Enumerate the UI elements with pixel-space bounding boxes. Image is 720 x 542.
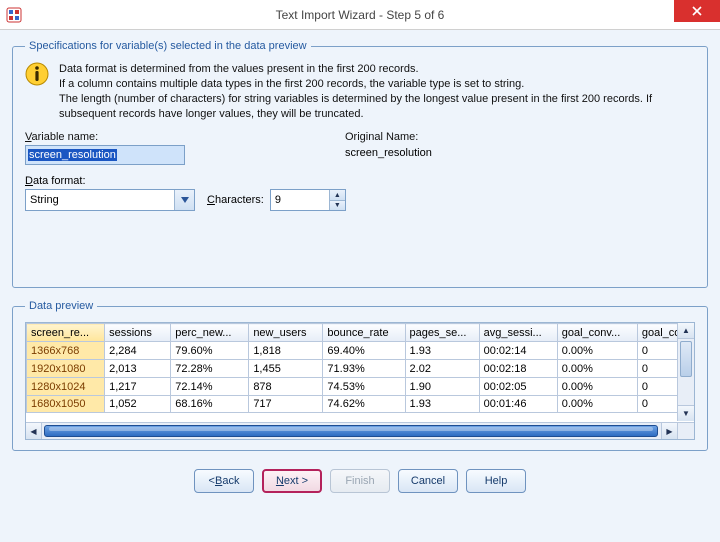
table-row[interactable]: 1680x10501,05268.16%71774.62%1.9300:01:4… [27, 396, 694, 413]
table-cell[interactable]: 00:02:14 [479, 342, 557, 360]
column-header[interactable]: bounce_rate [323, 324, 405, 342]
column-header[interactable]: new_users [249, 324, 323, 342]
next-button[interactable]: Next > [262, 469, 322, 493]
column-header[interactable]: perc_new... [171, 324, 249, 342]
data-preview-table: screen_re... sessions perc_new... new_us… [25, 322, 695, 440]
table-cell[interactable]: 1.93 [405, 396, 479, 413]
table-cell[interactable]: 0.00% [557, 396, 637, 413]
titlebar: Text Import Wizard - Step 5 of 6 [0, 0, 720, 30]
scroll-down-icon[interactable]: ▼ [678, 405, 694, 421]
table-cell[interactable]: 71.93% [323, 360, 405, 378]
data-preview-legend: Data preview [25, 300, 97, 312]
wizard-button-row: < Back Next > Finish Cancel Help [12, 469, 708, 497]
table-cell[interactable]: 68.16% [171, 396, 249, 413]
specifications-group: Specifications for variable(s) selected … [12, 40, 708, 288]
table-cell[interactable]: 00:01:46 [479, 396, 557, 413]
characters-spinner[interactable]: ▲ ▼ [270, 189, 346, 211]
column-header[interactable]: screen_re... [27, 324, 105, 342]
table-cell[interactable]: 1.93 [405, 342, 479, 360]
table-row[interactable]: 1920x10802,01372.28%1,45571.93%2.0200:02… [27, 360, 694, 378]
table-cell[interactable]: 1.90 [405, 378, 479, 396]
original-name-block: Original Name: screen_resolution [345, 131, 432, 165]
variable-name-block: Variable name: screen_resolution [25, 131, 185, 165]
spss-app-icon [6, 7, 22, 23]
close-icon [692, 6, 702, 16]
column-header[interactable]: goal_conv... [557, 324, 637, 342]
scroll-left-icon[interactable]: ◀ [26, 423, 42, 439]
scrollbar-thumb[interactable] [44, 425, 658, 437]
table-cell[interactable]: 1,818 [249, 342, 323, 360]
scrollbar-thumb[interactable] [680, 341, 692, 377]
column-header[interactable]: pages_se... [405, 324, 479, 342]
spinner-up-icon[interactable]: ▲ [329, 190, 345, 201]
data-preview-group: Data preview screen_re... sessions perc_… [12, 300, 708, 451]
table-cell[interactable]: 1680x1050 [27, 396, 105, 413]
characters-label: Characters: [207, 194, 264, 206]
variable-name-value: screen_resolution [28, 149, 117, 161]
finish-button: Finish [330, 469, 390, 493]
table-row[interactable]: 1280x10241,21772.14%87874.53%1.9000:02:0… [27, 378, 694, 396]
spinner-down-icon[interactable]: ▼ [329, 201, 345, 211]
specifications-legend: Specifications for variable(s) selected … [25, 40, 311, 52]
column-header[interactable]: avg_sessi... [479, 324, 557, 342]
column-header[interactable]: sessions [105, 324, 171, 342]
chevron-down-icon[interactable] [174, 190, 194, 210]
info-text: Data format is determined from the value… [59, 62, 695, 121]
help-button[interactable]: Help [466, 469, 526, 493]
table-cell[interactable]: 1,052 [105, 396, 171, 413]
cancel-button[interactable]: Cancel [398, 469, 458, 493]
table-cell[interactable]: 00:02:18 [479, 360, 557, 378]
data-format-label: Data format: [25, 175, 86, 187]
table-cell[interactable]: 2.02 [405, 360, 479, 378]
data-format-combo[interactable] [25, 189, 195, 211]
back-button[interactable]: < Back [194, 469, 254, 493]
table-cell[interactable]: 2,284 [105, 342, 171, 360]
table-cell[interactable]: 0.00% [557, 342, 637, 360]
scroll-right-icon[interactable]: ▶ [661, 423, 677, 439]
variable-name-input[interactable]: screen_resolution [25, 145, 185, 165]
table-cell[interactable]: 79.60% [171, 342, 249, 360]
table-cell[interactable]: 72.14% [171, 378, 249, 396]
data-format-value[interactable] [25, 189, 195, 211]
table-header-row: screen_re... sessions perc_new... new_us… [27, 324, 694, 342]
table-cell[interactable]: 74.53% [323, 378, 405, 396]
table-cell[interactable]: 1,455 [249, 360, 323, 378]
table-cell[interactable]: 00:02:05 [479, 378, 557, 396]
table-cell[interactable]: 0.00% [557, 360, 637, 378]
table-cell[interactable]: 69.40% [323, 342, 405, 360]
horizontal-scrollbar[interactable]: ◀ ▶ [26, 422, 694, 439]
table-cell[interactable]: 74.62% [323, 396, 405, 413]
table-cell[interactable]: 878 [249, 378, 323, 396]
table-cell[interactable]: 0.00% [557, 378, 637, 396]
table-cell[interactable]: 72.28% [171, 360, 249, 378]
table-cell[interactable]: 1920x1080 [27, 360, 105, 378]
scroll-up-icon[interactable]: ▲ [678, 323, 694, 339]
window-title: Text Import Wizard - Step 5 of 6 [276, 8, 445, 22]
dialog-body: Specifications for variable(s) selected … [0, 30, 720, 542]
variable-name-label: Variable name: [25, 131, 185, 143]
table-cell[interactable]: 2,013 [105, 360, 171, 378]
scrollbar-corner [677, 423, 694, 439]
original-name-label: Original Name: [345, 131, 432, 143]
table-cell[interactable]: 1,217 [105, 378, 171, 396]
original-name-value: screen_resolution [345, 147, 432, 159]
info-icon [25, 62, 49, 86]
vertical-scrollbar[interactable]: ▲ ▼ [677, 323, 694, 421]
close-button[interactable] [674, 0, 720, 22]
table-cell[interactable]: 717 [249, 396, 323, 413]
table-cell[interactable]: 1280x1024 [27, 378, 105, 396]
table-cell[interactable]: 1366x768 [27, 342, 105, 360]
table-row[interactable]: 1366x7682,28479.60%1,81869.40%1.9300:02:… [27, 342, 694, 360]
